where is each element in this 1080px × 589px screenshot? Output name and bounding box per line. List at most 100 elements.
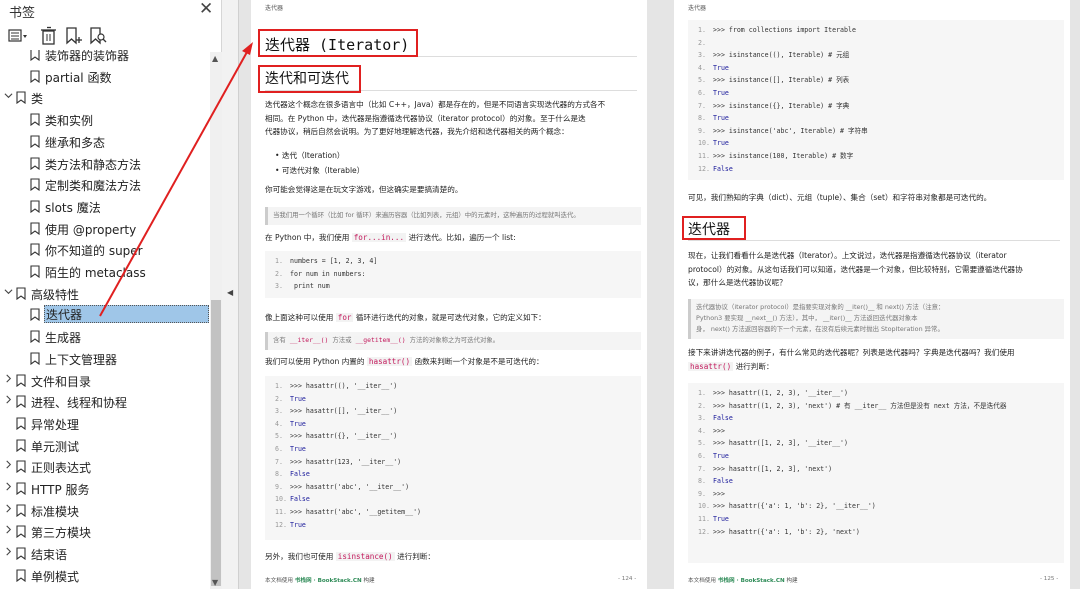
text-line: protocol）的对象。从这句话我们可以知道，迭代器是一个对象，但比较特别，它… [688,264,1023,274]
line-number: 5. [698,439,706,448]
scroll-down-icon[interactable]: ▼ [212,578,218,587]
paragraph: 像上面这种可以使用 for 循环进行迭代的对象，就是可迭代对象，它的定义如下： [265,311,641,325]
collapse-panel-icon[interactable]: ◀ [227,288,233,297]
chevron-right-icon[interactable] [4,482,13,491]
bookmark-item[interactable]: partial 函数 [0,66,210,87]
bookmark-item[interactable]: 类 [0,87,210,108]
text-line: 接下来讲讲迭代器的例子，有什么常见的迭代器呢？列表是迭代器吗？字典是迭代器吗？我… [688,348,1015,357]
list-item-text: 迭代（Iteration） [281,151,345,160]
chevron-down-icon[interactable] [4,287,13,296]
line-number: 9. [275,482,283,491]
bookmarks-header: 书签 ✕ [0,0,222,22]
chevron-right-icon[interactable] [4,504,13,513]
bookmark-item[interactable]: 你不知道的 super [0,239,210,260]
code-line: 8. True [698,112,1064,125]
code-line: 11. >>> isinstance(100, Iterable) # 数字 [698,150,1064,163]
bookmark-item[interactable]: 正则表达式 [0,456,210,477]
bookmark-item[interactable]: 使用 @property [0,218,210,239]
add-bookmark-icon[interactable] [64,26,84,46]
scroll-up-icon[interactable]: ▲ [212,54,218,63]
bookmark-label: 进程、线程和协程 [31,396,128,411]
bookmark-item[interactable]: 单例模式 [0,565,210,586]
code-block-4: 1. >>> hasattr((1, 2, 3), '__iter__') 2. >>… [688,383,1064,563]
code-line: 9. >>> [698,488,1064,501]
code-line: 7. >>> hasattr([1, 2, 3], 'next') [698,463,1064,476]
line-number: 3. [275,282,283,291]
bookmark-icon [30,200,40,213]
bookmark-label: partial 函数 [45,70,112,85]
bookmark-label: 陌生的 metaclass [45,266,146,280]
bookmark-item[interactable]: 结束语 [0,543,210,564]
bookmark-item[interactable]: 装饰器的装饰器 [0,50,210,65]
options-menu-icon[interactable] [8,26,30,46]
code-text: True [290,444,306,453]
bookmark-item[interactable]: 类方法和静态方法 [0,153,210,174]
code-line: 1. >>> from collections import Iterable [698,24,1064,37]
line-number: 7. [698,101,706,110]
bookmark-item[interactable]: 继承和多态 [0,131,210,152]
note-block: 迭代器协议（iterator protocol）是指要实现对象的 __iter(… [688,299,1064,339]
inline-code: hasattr() [688,361,734,371]
close-icon[interactable]: ✕ [199,0,213,19]
bookmark-item[interactable]: 生成器 [0,326,210,347]
code-text: >>> hasattr((1, 2, 3), '__iter__') [713,389,848,397]
line-number: 9. [698,126,706,135]
bookmark-item[interactable]: 异常处理 [0,413,210,434]
inline-code: isinstance() [335,552,395,561]
bookmark-item[interactable]: 陌生的 metaclass [0,261,210,282]
bookmark-item[interactable]: 定制类和魔法方法 [0,174,210,195]
bookmark-label: 生成器 [45,331,82,346]
text: 函数来判断一个对象是不是可迭代的： [414,357,544,366]
chevron-right-icon[interactable] [4,374,13,383]
delete-bookmark-icon[interactable] [40,26,58,46]
code-block-3: 1. >>> from collections import Iterable 2.… [688,20,1064,180]
code-line: 12. >>> hasattr({'a': 1, 'b': 2}, 'next') [698,526,1064,539]
highlight-box-title [258,29,418,57]
bookmark-item[interactable]: 上下文管理器 [0,348,210,369]
line-number: 10. [275,495,287,504]
bookmark-item[interactable]: 文件和目录 [0,370,210,391]
chevron-down-icon[interactable] [4,91,13,100]
panel-splitter[interactable]: ◀ [222,0,239,589]
line-number: 7. [275,457,283,466]
footer-site-link[interactable]: 书栈网 · BookStack.CN [295,578,362,584]
paragraph: 接下来讲讲迭代器的例子，有什么常见的迭代器呢？列表是迭代器吗？字典是迭代器吗？我… [688,346,1064,373]
line-number: 12. [698,527,710,536]
scrollbar-thumb[interactable] [211,300,221,586]
text: 我们可以使用 Python 内置的 [265,357,365,366]
bookmark-item[interactable]: 标准模块 [0,500,210,521]
bookmark-label: 文件和目录 [31,374,92,389]
code-text: False [713,477,733,486]
bookmark-label: 上下文管理器 [45,352,118,367]
paragraph: 现在，让我们看看什么是迭代器（Iterator）。上文说过，迭代器是指遵循迭代器… [688,249,1064,290]
bookmark-item[interactable]: 单元测试 [0,435,210,456]
code-lines: 1. >>> hasattr((), '__iter__') 2. True 3. >>>… [275,380,641,531]
bookmark-label: 正则表达式 [31,461,92,476]
bookmarks-scrollbar[interactable]: ▲ ▼ [210,52,222,589]
code-line: 6. True [698,450,1064,463]
chevron-right-icon[interactable] [4,547,13,556]
chevron-right-icon[interactable] [4,460,13,469]
bookmark-item[interactable]: 第三方模块 [0,521,210,542]
bookmark-item[interactable]: HTTP 服务 [0,478,210,499]
code-text: False [290,495,310,504]
find-bookmark-icon[interactable] [88,26,108,46]
bookmark-icon [30,178,40,192]
footer-site-link[interactable]: 书栈网 · BookStack.CN [718,578,785,584]
code-line: 7. >>> hasattr(123, '__iter__') [275,456,641,469]
page-footer: 本文档使用 书栈网 · BookStack.CN 构建 [265,576,375,584]
bookmark-icon [30,113,40,127]
code-text: >>> hasattr('abc', '__getitem__') [290,507,422,516]
bookmark-item[interactable]: 高级特性 [0,283,210,304]
code-line: 3. False [698,412,1064,425]
bookmark-label: 装饰器的装饰器 [45,50,130,63]
bookmark-item[interactable]: 进程、线程和协程 [0,391,210,412]
bookmark-item[interactable]: slots 魔法 [0,196,210,217]
bookmark-item[interactable]: 迭代器 [0,304,210,325]
chevron-right-icon[interactable] [4,395,13,404]
bookmark-item[interactable]: 类和实例 [0,109,210,130]
chevron-right-icon[interactable] [4,525,13,534]
line-number: 7. [698,464,706,473]
line-number: 12. [275,520,287,529]
code-line: 11. >>> hasattr('abc', '__getitem__') [275,506,641,519]
